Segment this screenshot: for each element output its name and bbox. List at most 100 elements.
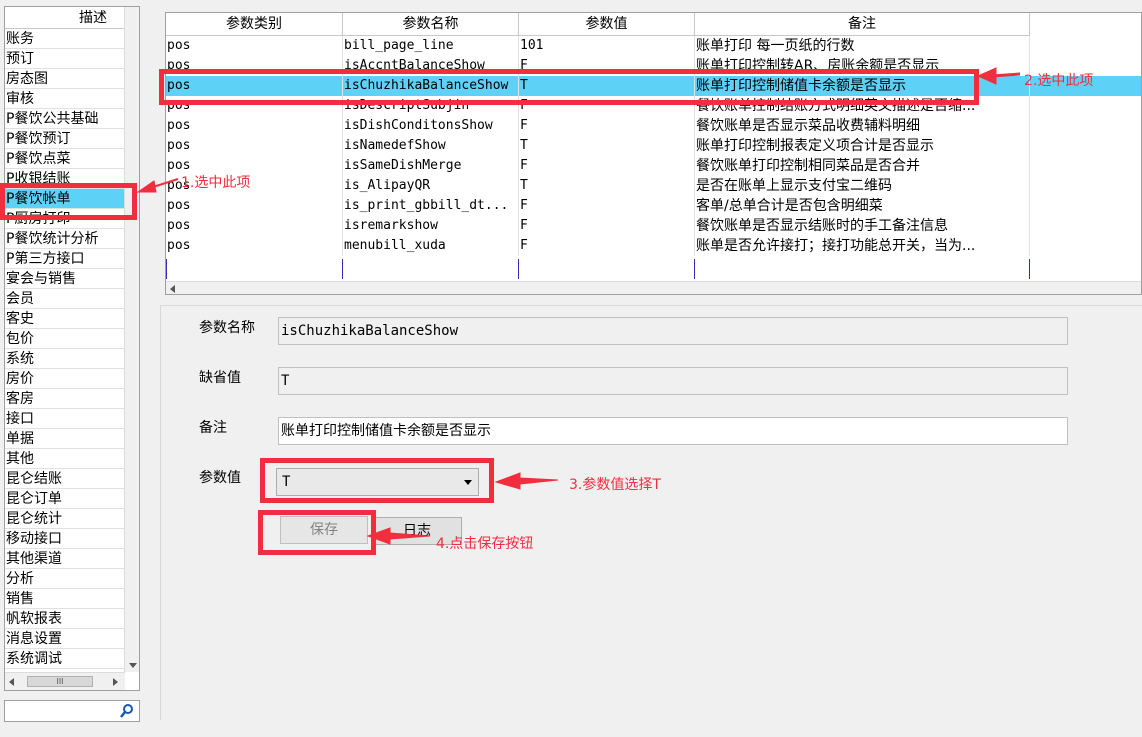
sidebar-item[interactable]: 会员 — [5, 289, 125, 309]
sidebar-item[interactable]: 消息设置 — [5, 629, 125, 649]
table-row[interactable]: pos isremarkshow F 餐饮账单是否显示结账时的手工备注信息 — [166, 216, 1030, 236]
default-value-field[interactable]: T — [278, 367, 1068, 395]
sidebar-item[interactable]: 系统 — [5, 349, 125, 369]
sidebar-item[interactable]: 房价 — [5, 369, 125, 389]
column-header-name[interactable]: 参数名称 — [343, 13, 519, 36]
annotation-step4: 4.点击保存按钮 — [436, 536, 534, 552]
cell-name[interactable]: bill_page_line — [343, 36, 519, 56]
annotation-box-step4 — [258, 510, 376, 555]
cell-name[interactable]: isremarkshow — [343, 216, 519, 236]
scroll-left-arrow-icon[interactable] — [170, 285, 175, 293]
sidebar-item[interactable]: 其他渠道 — [5, 549, 125, 569]
annotation-step3: 3.参数值选择T — [569, 477, 661, 493]
cell-name[interactable]: is_print_gbbill_dt... — [343, 196, 519, 216]
cell-remark[interactable]: 账单是否允许接打；接打功能总开关，当为... — [695, 236, 1030, 256]
sidebar-item[interactable]: 昆仑结账 — [5, 469, 125, 489]
cell-value[interactable]: 101 — [519, 36, 695, 56]
module-search-input[interactable] — [4, 700, 140, 722]
sidebar-item[interactable]: P餐饮公共基础 — [5, 109, 125, 129]
cell-remark[interactable]: 账单打印 每一页纸的行数 — [695, 36, 1030, 56]
column-header-value[interactable]: 参数值 — [519, 13, 695, 36]
scroll-right-arrow-icon[interactable] — [113, 678, 118, 686]
scrollbar-grip-icon: III — [56, 677, 64, 686]
cell-value[interactable]: T — [519, 176, 695, 196]
scroll-left-arrow-icon[interactable] — [9, 678, 14, 686]
module-list-header[interactable]: 描述 — [5, 7, 125, 29]
sidebar-item[interactable]: 宴会与销售 — [5, 269, 125, 289]
cell-category[interactable]: pos — [166, 36, 343, 56]
sidebar-item[interactable]: 客房 — [5, 389, 125, 409]
table-row[interactable]: pos menubill_xuda F 账单是否允许接打；接打功能总开关，当为... — [166, 236, 1030, 256]
column-header-remark[interactable]: 备注 — [695, 13, 1030, 36]
grid-horizontal-scrollbar[interactable] — [166, 281, 1141, 294]
sidebar-item[interactable]: 审核 — [5, 89, 125, 109]
default-value-label: 缺省值 — [199, 370, 241, 386]
cell-remark[interactable]: 餐饮账单是否显示结账时的手工备注信息 — [695, 216, 1030, 236]
param-name-label: 参数名称 — [199, 320, 255, 336]
cell-value[interactable]: F — [519, 216, 695, 236]
grid-new-row[interactable] — [166, 259, 1030, 279]
cell-name[interactable]: isNamedefShow — [343, 136, 519, 156]
cell-remark[interactable]: 客单/总单合计是否包含明细菜 — [695, 196, 1030, 216]
sidebar-item[interactable]: 移动接口 — [5, 529, 125, 549]
cell-name[interactable]: menubill_xuda — [343, 236, 519, 256]
scrollbar-thumb[interactable]: III — [27, 676, 93, 687]
sidebar-item[interactable]: 帆软报表 — [5, 609, 125, 629]
table-row[interactable]: pos is_print_gbbill_dt... F 客单/总单合计是否包含明细菜 — [166, 196, 1030, 216]
module-list-panel: 描述 账务 预订 房态图 审核 P餐饮公共基础 P餐饮预订 P餐饮点菜 P收银结账 P餐饮帐单 P… — [4, 6, 140, 691]
sidebar-item[interactable]: P第三方接口 — [5, 249, 125, 269]
sidebar-item[interactable]: P餐饮统计分析 — [5, 229, 125, 249]
annotation-step1: 1.选中此项 — [181, 175, 251, 191]
sidebar-item[interactable]: P餐饮点菜 — [5, 149, 125, 169]
cell-value[interactable]: F — [519, 116, 695, 136]
sidebar-item[interactable]: 客史 — [5, 309, 125, 329]
cell-category[interactable]: pos — [166, 116, 343, 136]
cell-name[interactable]: isDishConditonsShow — [343, 116, 519, 136]
cell-category[interactable]: pos — [166, 136, 343, 156]
sidebar-item[interactable]: 其他 — [5, 449, 125, 469]
sidebar-item[interactable]: 销售 — [5, 589, 125, 609]
sidebar-item[interactable]: 账务 — [5, 29, 125, 49]
cell-value[interactable]: F — [519, 156, 695, 176]
sidebar-item[interactable]: 分析 — [5, 569, 125, 589]
table-row[interactable]: pos is_AlipayQR T 是否在账单上显示支付宝二维码 — [166, 176, 1030, 196]
sidebar-item[interactable]: 房态图 — [5, 69, 125, 89]
scroll-down-arrow-icon[interactable] — [129, 663, 137, 668]
cell-value[interactable]: T — [519, 136, 695, 156]
cell-value[interactable]: F — [519, 236, 695, 256]
annotation-box-step2 — [159, 69, 979, 105]
sidebar-item[interactable]: 系统调试 — [5, 649, 125, 669]
module-list-horizontal-scrollbar[interactable]: III — [5, 672, 125, 690]
cell-name[interactable]: is_AlipayQR — [343, 176, 519, 196]
parameter-grid: 参数类别 参数名称 参数值 备注 pos bill_page_line 101 账单打… — [165, 12, 1142, 295]
table-row[interactable]: pos isDishConditonsShow F 餐饮账单是否显示菜品收费辅料明细 — [166, 116, 1030, 136]
sidebar-item[interactable]: 接口 — [5, 409, 125, 429]
remark-label: 备注 — [199, 420, 227, 436]
sidebar-item[interactable]: 昆仑统计 — [5, 509, 125, 529]
sidebar-item[interactable]: 昆仑订单 — [5, 489, 125, 509]
cell-category[interactable]: pos — [166, 196, 343, 216]
remark-field[interactable]: 账单打印控制储值卡余额是否显示 — [278, 417, 1068, 445]
annotation-box-step3 — [260, 458, 494, 503]
param-name-field[interactable]: isChuzhikaBalanceShow — [278, 317, 1068, 345]
module-list: 账务 预订 房态图 审核 P餐饮公共基础 P餐饮预订 P餐饮点菜 P收银结账 P餐饮帐单 P厨房打… — [5, 29, 125, 669]
cell-remark[interactable]: 账单打印控制报表定义项合计是否显示 — [695, 136, 1030, 156]
sidebar-item[interactable]: 包价 — [5, 329, 125, 349]
cell-remark[interactable]: 餐饮账单打印控制相同菜品是否合并 — [695, 156, 1030, 176]
table-row[interactable]: pos isNamedefShow T 账单打印控制报表定义项合计是否显示 — [166, 136, 1030, 156]
table-row[interactable]: pos bill_page_line 101 账单打印 每一页纸的行数 — [166, 36, 1030, 56]
cell-remark[interactable]: 是否在账单上显示支付宝二维码 — [695, 176, 1030, 196]
cell-remark[interactable]: 餐饮账单是否显示菜品收费辅料明细 — [695, 116, 1030, 136]
sidebar-item[interactable]: P餐饮预订 — [5, 129, 125, 149]
table-row[interactable]: pos isSameDishMerge F 餐饮账单打印控制相同菜品是否合并 — [166, 156, 1030, 176]
param-value-label: 参数值 — [199, 470, 241, 486]
sidebar-item[interactable]: 预订 — [5, 49, 125, 69]
cell-category[interactable]: pos — [166, 216, 343, 236]
cell-value[interactable]: F — [519, 196, 695, 216]
cell-category[interactable]: pos — [166, 236, 343, 256]
module-list-vertical-scrollbar[interactable] — [124, 7, 139, 672]
cell-name[interactable]: isSameDishMerge — [343, 156, 519, 176]
column-header-category[interactable]: 参数类别 — [166, 13, 343, 36]
sidebar-item[interactable]: 单据 — [5, 429, 125, 449]
search-icon[interactable] — [119, 703, 135, 719]
